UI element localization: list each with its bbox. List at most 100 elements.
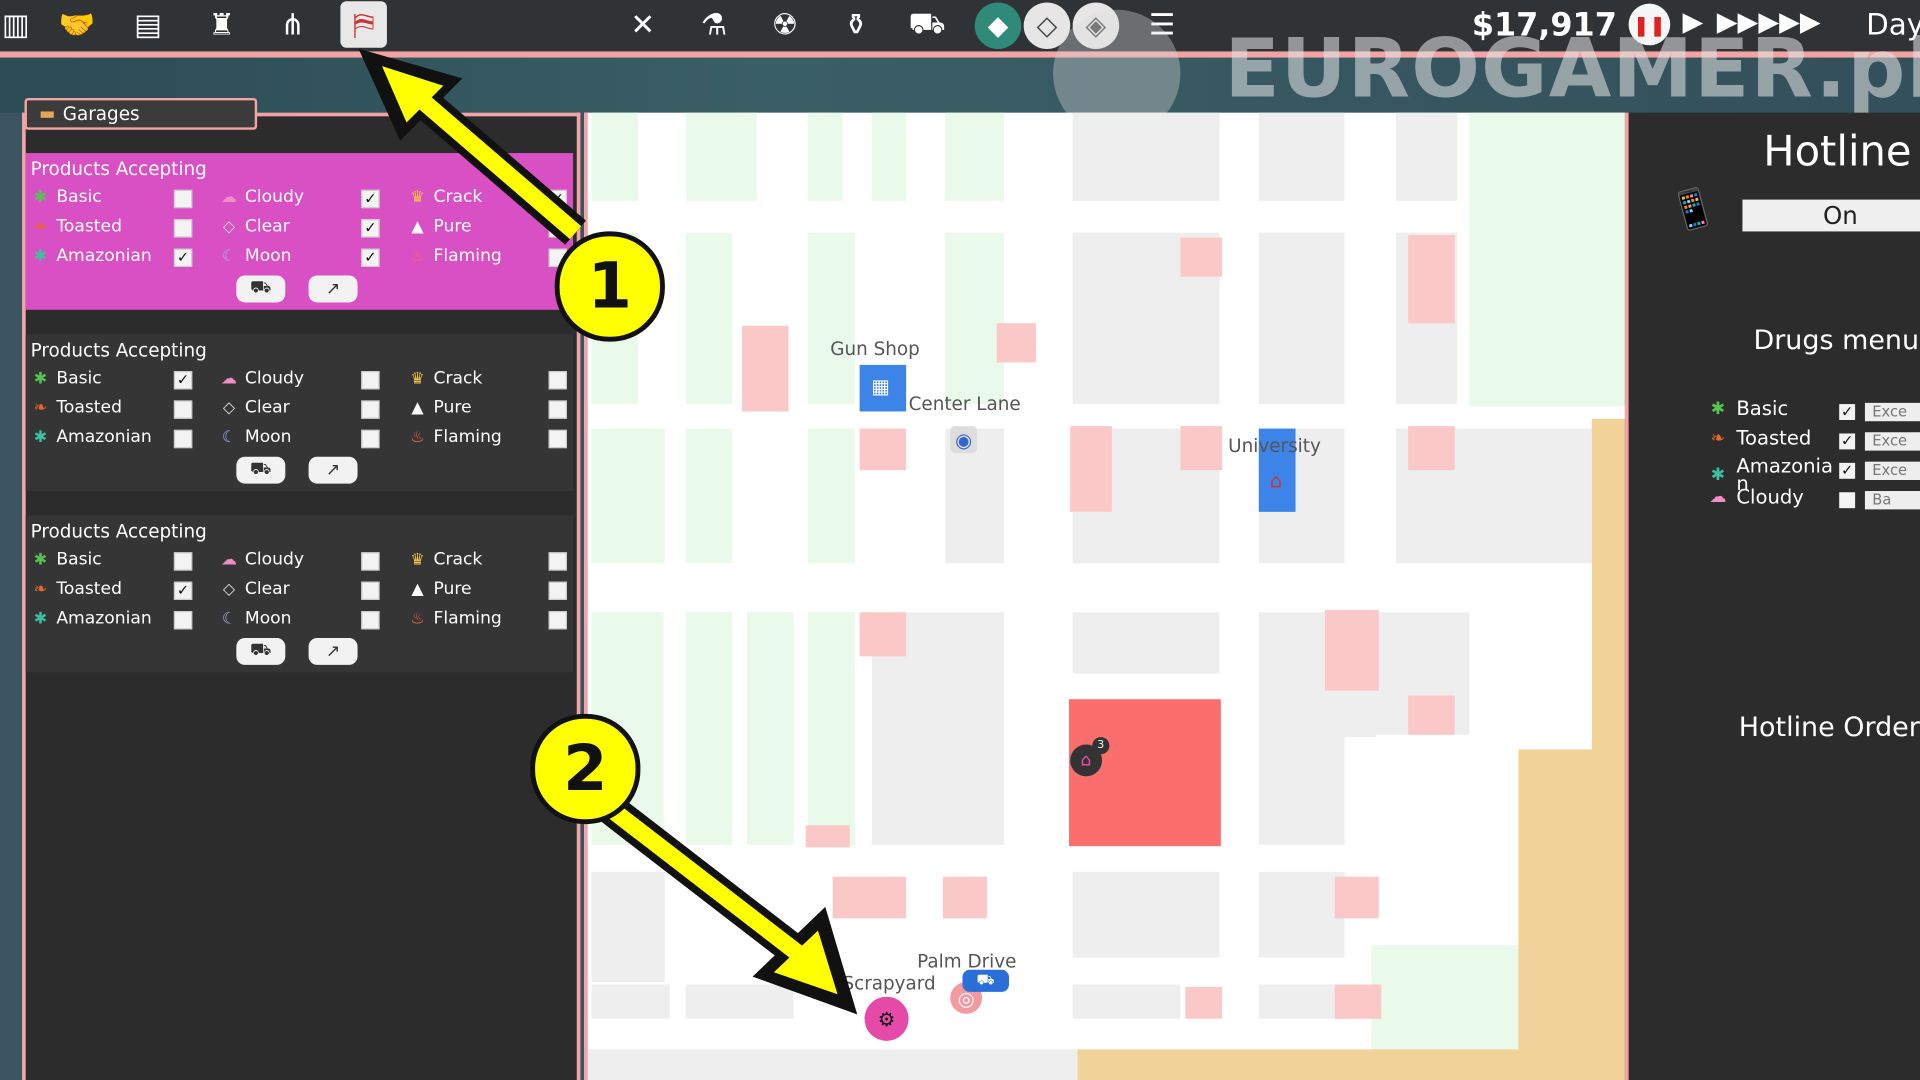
- garage-section[interactable]: Products Accepting ✱ Basic ❧ Toasted ✓ ✱ Amazon…: [25, 515, 574, 673]
- hotline-drug-checkbox[interactable]: [1839, 492, 1856, 509]
- hotline-toggle-button[interactable]: On: [1742, 199, 1920, 232]
- building[interactable]: [1180, 237, 1223, 277]
- school-icon[interactable]: ⌂: [1261, 465, 1290, 494]
- product-item-cloudy: ☁ Cloudy: [219, 187, 304, 207]
- building[interactable]: [832, 876, 907, 919]
- product-checkbox-toasted[interactable]: [173, 400, 193, 419]
- map-block: [626, 612, 664, 845]
- product-checkbox-toasted[interactable]: [173, 219, 193, 238]
- building[interactable]: [1408, 695, 1455, 735]
- product-checkbox-moon[interactable]: [361, 429, 380, 449]
- hotline-price-select[interactable]: Exce: [1864, 402, 1920, 422]
- garage-truck-button[interactable]: ⛟: [236, 275, 286, 303]
- garage-dispatch-button[interactable]: ↗: [308, 456, 358, 484]
- handshake-icon[interactable]: 🤝: [56, 4, 98, 46]
- building[interactable]: [996, 323, 1036, 363]
- radio-tower-icon[interactable]: ♜: [201, 4, 243, 46]
- product-item-flaming: ♨ Flaming: [408, 246, 501, 266]
- moon-icon: ☾: [221, 427, 237, 447]
- building[interactable]: [1334, 876, 1379, 919]
- map-block: [945, 232, 1005, 405]
- building[interactable]: [859, 612, 907, 657]
- scrapyard-icon[interactable]: ⚙: [864, 996, 909, 1041]
- building[interactable]: [1408, 235, 1455, 324]
- garages-tab-label: Garages: [62, 102, 140, 125]
- hotline-price-select[interactable]: Ba: [1864, 491, 1920, 510]
- garage-dispatch-button[interactable]: ↗: [308, 637, 358, 665]
- van-icon[interactable]: ⛟: [962, 969, 1009, 992]
- map-block: [945, 112, 1005, 201]
- radiation-icon[interactable]: ☢: [764, 4, 806, 46]
- product-checkbox-amazonian[interactable]: [173, 429, 193, 449]
- building[interactable]: [942, 876, 987, 919]
- garage-section[interactable]: Products Accepting ✱ Basic ❧ Toasted ✱ Amazoni…: [25, 153, 574, 310]
- annotation-badge-1: 1: [554, 231, 665, 342]
- garage-truck-button[interactable]: ⛟: [236, 456, 286, 484]
- garage-dispatch-button[interactable]: ↗: [308, 275, 358, 303]
- map-block: [1258, 232, 1345, 405]
- building[interactable]: [859, 428, 907, 471]
- product-label: Clear: [244, 579, 290, 599]
- product-checkbox-flaming[interactable]: [548, 611, 567, 630]
- product-checkbox-moon[interactable]: [361, 611, 380, 630]
- product-checkbox-clear[interactable]: [361, 581, 380, 601]
- product-checkbox-cloudy[interactable]: ✓: [361, 189, 380, 209]
- product-checkbox-pure[interactable]: [548, 581, 567, 601]
- building[interactable]: [1334, 984, 1382, 1019]
- city-map[interactable]: Gun Shop Center Lane University Palm Dri…: [584, 112, 1629, 1080]
- product-checkbox-toasted[interactable]: ✓: [173, 581, 193, 601]
- building[interactable]: [1324, 609, 1379, 691]
- product-item-cloudy: ☁ Cloudy: [219, 550, 304, 570]
- hotline-drug-checkbox[interactable]: ✓: [1839, 433, 1856, 450]
- product-label: Basic: [56, 187, 102, 207]
- product-checkbox-cloudy[interactable]: [361, 371, 380, 390]
- building[interactable]: [1185, 986, 1223, 1019]
- lab-flask-icon[interactable]: ⚗: [693, 4, 735, 46]
- garage-section-title: Products Accepting: [30, 520, 207, 543]
- product-checkbox-pure[interactable]: [548, 400, 567, 419]
- product-checkbox-crack[interactable]: ✓: [548, 189, 567, 209]
- pure-icon: ▲: [411, 217, 424, 236]
- annotation-badge-2: 2: [530, 713, 641, 825]
- product-checkbox-crack[interactable]: [548, 552, 567, 571]
- dealer-icon[interactable]: ▤: [127, 4, 169, 46]
- beach-area: [1077, 1049, 1543, 1080]
- product-checkbox-basic[interactable]: [173, 189, 193, 209]
- product-checkbox-amazonian[interactable]: ✓: [173, 248, 193, 267]
- product-checkbox-basic[interactable]: [173, 552, 193, 571]
- box-truck-icon[interactable]: ⛟: [906, 4, 948, 46]
- product-checkbox-clear[interactable]: [361, 400, 380, 419]
- garage-section[interactable]: Products Accepting ✱ Basic ✓ ❧ Toasted ✱ Amazon…: [25, 334, 574, 492]
- product-checkbox-flaming[interactable]: [548, 429, 567, 449]
- hotline-drug-checkbox[interactable]: ✓: [1839, 462, 1856, 479]
- gun-shop-icon[interactable]: ▦: [862, 367, 899, 404]
- cloudy-icon: ☁: [221, 369, 237, 388]
- basic-icon: ✱: [33, 369, 48, 388]
- garage-truck-button[interactable]: ⛟: [236, 637, 286, 665]
- hotline-drug-checkbox[interactable]: ✓: [1839, 403, 1856, 421]
- buildings-icon[interactable]: ▥: [0, 4, 37, 46]
- phone-icon: 📱: [1665, 183, 1721, 237]
- layer-1-icon[interactable]: ◆: [974, 2, 1022, 49]
- building[interactable]: [1070, 426, 1112, 512]
- hotline-price-select[interactable]: Exce: [1864, 461, 1920, 481]
- hotline-price-select[interactable]: Exce: [1864, 432, 1920, 451]
- crossed-tools-icon[interactable]: ✕: [622, 4, 664, 46]
- building[interactable]: [1180, 426, 1223, 471]
- hierarchy-icon[interactable]: ⋔: [272, 4, 314, 46]
- product-checkbox-amazonian[interactable]: [173, 611, 193, 630]
- building[interactable]: [1408, 426, 1455, 471]
- product-checkbox-basic[interactable]: ✓: [173, 371, 193, 390]
- building[interactable]: [742, 325, 789, 412]
- product-checkbox-clear[interactable]: ✓: [361, 219, 380, 238]
- product-checkbox-pure[interactable]: [548, 219, 567, 238]
- product-checkbox-crack[interactable]: [548, 371, 567, 390]
- garages-tab[interactable]: ▬ Garages: [24, 97, 258, 130]
- building[interactable]: [805, 825, 850, 848]
- distillery-icon[interactable]: ⚱: [835, 4, 877, 46]
- map-icon[interactable]: ⛿: [340, 1, 387, 48]
- product-checkbox-moon[interactable]: ✓: [361, 248, 380, 267]
- laundromat-icon[interactable]: ◉: [950, 426, 978, 454]
- amazonian-icon: ✱: [33, 427, 48, 447]
- product-checkbox-cloudy[interactable]: [361, 552, 380, 571]
